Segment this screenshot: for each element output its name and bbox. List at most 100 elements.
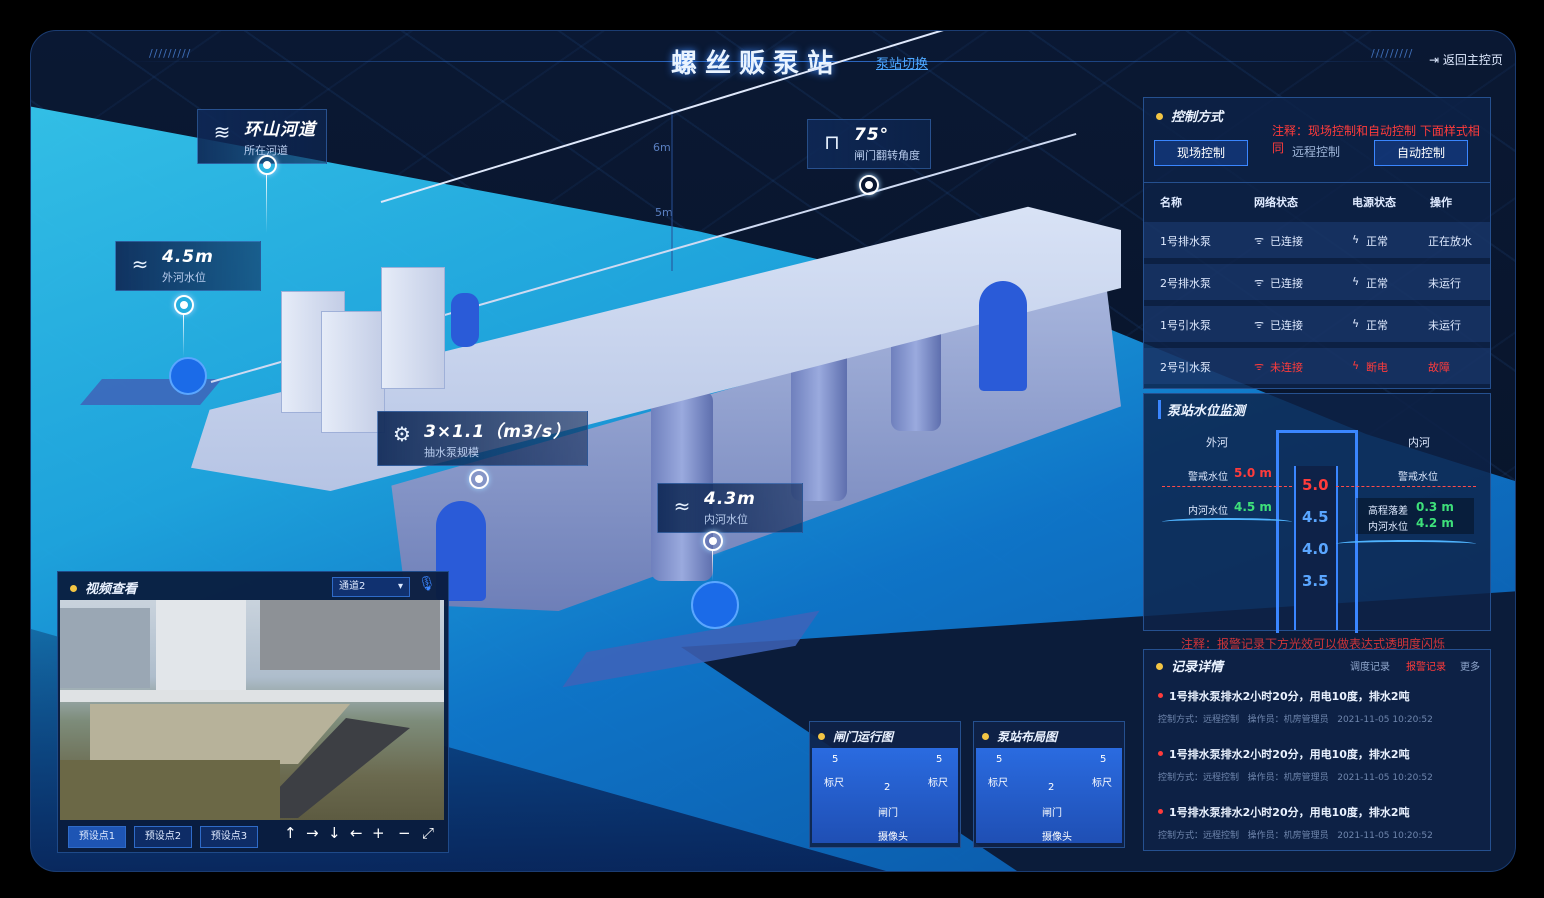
wifi-icon: ᯤ: [1254, 318, 1265, 331]
layout-n2: 5: [1100, 754, 1107, 765]
arrow-down-icon[interactable]: ↓: [328, 824, 341, 842]
table-row[interactable]: 1号引水泵 ᯤ 已连接 ϟ 正常 未运行: [1144, 306, 1490, 342]
gate-angle-value: 75°: [854, 125, 890, 145]
warn-line-left: [1162, 486, 1292, 487]
video-title: 视频查看: [70, 578, 137, 597]
outer-water-surface: [1162, 518, 1292, 526]
gate-pin[interactable]: [859, 175, 879, 195]
zoom-out-icon[interactable]: −: [398, 824, 411, 842]
inner-right-label: 内河水位: [1368, 522, 1408, 533]
preset-3-button[interactable]: 预设点3: [200, 826, 258, 848]
depth-pole: [671, 111, 673, 271]
outer-level-pin[interactable]: [174, 295, 194, 315]
record-item[interactable]: 1号排水泵排水2小时20分，用电10度，排水2吨 控制方式：远程控制 操作员：机…: [1158, 688, 1488, 725]
return-main-label: 返回主控页: [1442, 53, 1503, 67]
water-level-icon: ≈: [131, 252, 149, 276]
control-panel: 控制方式 注释：现场控制和自动控制 下面样式相同 现场控制 远程控制 自动控制 …: [1143, 97, 1491, 389]
mode-onsite-button[interactable]: 现场控制: [1154, 140, 1248, 166]
outer-level-tag[interactable]: ≈ 4.5m 外河水位: [115, 241, 261, 291]
microphone-icon[interactable]: 🎙: [418, 576, 436, 592]
gate-n2: 5: [936, 754, 943, 765]
inner-label: 内河: [1408, 436, 1430, 449]
outer-level-value: 4.5m: [162, 247, 214, 267]
river-pin[interactable]: [257, 155, 277, 175]
row-power: 断电: [1366, 361, 1388, 374]
building-left: [60, 608, 150, 688]
arrow-left-icon[interactable]: ←: [350, 824, 363, 842]
preset-2-button[interactable]: 预设点2: [134, 826, 192, 848]
record-item[interactable]: 1号排水泵排水2小时20分，用电10度，排水2吨 控制方式：远程控制 操作员：机…: [1158, 746, 1488, 783]
tab-alarm[interactable]: 报警记录: [1406, 658, 1446, 673]
river-tag-label: 所在河道: [244, 144, 288, 157]
building-mid: [156, 600, 246, 690]
col-network: 网络状态: [1254, 196, 1298, 209]
gate-angle-tag[interactable]: ⊓ 75° 闸门翻转角度: [807, 119, 931, 169]
inner-level-tag[interactable]: ≈ 4.3m 内河水位: [657, 483, 803, 533]
bolt-icon: ϟ: [1352, 275, 1360, 288]
records-panel: 记录详情 调度记录 报警记录 更多 1号排水泵排水2小时20分，用电10度，排水…: [1143, 649, 1491, 851]
row-op: 故障: [1428, 361, 1450, 374]
table-row[interactable]: 1号排水泵 ᯤ 已连接 ϟ 正常 正在放水: [1144, 222, 1490, 258]
title-dot-icon: [818, 733, 825, 740]
record-meta: 控制方式：远程控制 操作员：机房管理员 2021-11-05 10:20:52: [1158, 770, 1488, 783]
record-item[interactable]: 1号排水泵排水2小时20分，用电10度，排水2吨 控制方式：远程控制 操作员：机…: [1158, 804, 1488, 841]
pump-scale-tag[interactable]: ⚙ 3×1.1（m3/s） 抽水泵规模: [377, 411, 589, 466]
fullscreen-icon[interactable]: ⤢: [422, 824, 434, 842]
preset-1-button[interactable]: 预设点1: [68, 826, 126, 848]
preset-2-label: 预设点2: [144, 831, 182, 842]
record-main: 1号排水泵排水2小时20分，用电10度，排水2吨: [1158, 804, 1488, 820]
wifi-icon: ᯤ: [1254, 276, 1265, 289]
preset-1-label: 预设点1: [78, 831, 116, 842]
row-name: 2号引水泵: [1160, 361, 1211, 374]
bolt-off-icon: ϟ: [1352, 359, 1360, 372]
zoom-in-icon[interactable]: +: [372, 824, 385, 842]
inner-level-value: 4.3m: [704, 489, 756, 509]
mode-onsite-label: 现场控制: [1176, 146, 1225, 160]
pump-motor: [451, 293, 479, 347]
record-operator: 操作员：机房管理员: [1247, 831, 1329, 841]
header-stripes-left: /////////: [149, 47, 192, 60]
record-main: 1号排水泵排水2小时20分，用电10度，排水2吨: [1158, 688, 1488, 704]
title-dot-icon: [982, 733, 989, 740]
records-title-text: 记录详情: [1171, 660, 1224, 675]
table-row-alarm[interactable]: 2号引水泵 ᯤ 未连接 ϟ 断电 故障: [1144, 348, 1490, 384]
mode-remote-button[interactable]: 远程控制: [1270, 140, 1362, 164]
channel-select[interactable]: 通道2 ▾: [332, 577, 410, 597]
channel-value: 通道2: [339, 581, 366, 592]
gate-run-panel[interactable]: 闸门运行图 5 5 标尺 标尺 2 闸门 摄像头: [809, 721, 961, 848]
warn-line-right: [1336, 486, 1476, 487]
outer-level-pin-line: [183, 313, 184, 357]
return-main-button[interactable]: ⇥ 返回主控页: [1429, 51, 1503, 68]
tab-dispatch[interactable]: 调度记录: [1350, 658, 1390, 673]
video-feed[interactable]: [60, 600, 444, 820]
station-switch-link[interactable]: 泵站切换: [876, 53, 928, 72]
pump-pin[interactable]: [469, 469, 489, 489]
col-name: 名称: [1160, 196, 1182, 209]
row-name: 1号引水泵: [1160, 319, 1211, 332]
warn-right-label: 警戒水位: [1398, 472, 1438, 483]
row-power: 正常: [1366, 277, 1388, 290]
gate-icon: ⊓: [824, 130, 840, 154]
col-op: 操作: [1430, 196, 1452, 209]
exit-icon: ⇥: [1429, 53, 1443, 67]
inner-level-pin[interactable]: [703, 531, 723, 551]
inner-left-value: 4.5 m: [1234, 500, 1272, 514]
gate-angle-label: 闸门翻转角度: [854, 149, 920, 162]
arrow-right-icon[interactable]: →: [306, 824, 319, 842]
preset-3-label: 预设点3: [210, 831, 248, 842]
chevron-down-icon: ▾: [397, 581, 403, 592]
river-tag-value: 环山河道: [244, 120, 316, 140]
water-level-icon-2: ≈: [673, 494, 691, 518]
record-mode: 控制方式：远程控制: [1158, 773, 1240, 783]
water-monitor-title: 泵站水位监测: [1158, 400, 1245, 419]
arrow-up-icon[interactable]: ↑: [284, 824, 297, 842]
tab-more[interactable]: 更多: [1460, 658, 1480, 673]
bolt-icon: ϟ: [1352, 233, 1360, 246]
video-panel: 视频查看 通道2 ▾ 🎙 预设点1 预设点2 预设点3 ↑ → ↓ ← + − ⤢: [57, 571, 449, 853]
mode-auto-button[interactable]: 自动控制: [1374, 140, 1468, 166]
inner-level-label: 内河水位: [704, 513, 748, 526]
record-operator: 操作员：机房管理员: [1247, 773, 1329, 783]
layout-panel[interactable]: 泵站布局图 5 5 标尺 标尺 2 闸门 摄像头: [973, 721, 1125, 848]
table-row[interactable]: 2号排水泵 ᯤ 已连接 ϟ 正常 未运行: [1144, 264, 1490, 300]
wifi-off-icon: ᯤ: [1254, 360, 1265, 373]
